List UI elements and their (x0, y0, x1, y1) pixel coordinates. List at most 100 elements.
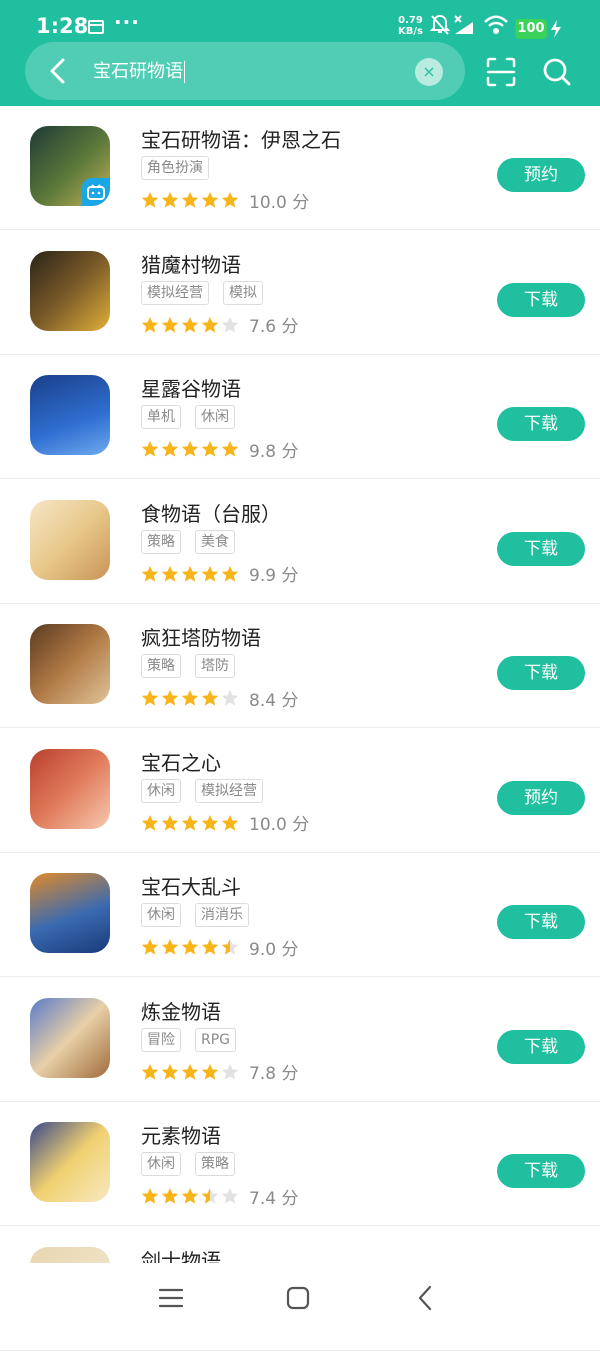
result-item[interactable]: 星露谷物语单机 休闲 9.8 分 下载 (0, 355, 600, 479)
network-speed-value: 0.79 (398, 15, 423, 26)
rating: 7.8 分 (141, 1062, 298, 1084)
star-full-icon (141, 192, 159, 208)
app-notification-icon (88, 20, 104, 34)
home-icon[interactable] (283, 1283, 313, 1313)
category-tag: 休闲 (141, 1152, 181, 1176)
result-item[interactable]: 疯狂塔防物语策略 塔防 8.4 分 下载 (0, 604, 600, 728)
star-full-icon (221, 814, 239, 831)
app-name[interactable]: 星露谷物语 (141, 373, 241, 402)
star-empty-icon (221, 690, 239, 706)
rating-score: 10.0 分 (249, 815, 310, 835)
result-item[interactable]: 元素物语休闲 策略 7.4 分 下载 (0, 1102, 600, 1226)
rating: 8.4 分 (141, 688, 298, 711)
rating: 10.0 分 (141, 190, 309, 213)
category-tag: 塔防 (195, 654, 235, 678)
star-full-icon (141, 814, 159, 831)
app-name[interactable]: 宝石之心 (141, 747, 221, 776)
download-button[interactable]: 下载 (497, 656, 585, 690)
category-tag: 美食 (195, 529, 235, 554)
result-item[interactable]: 炼金物语 冒险 RPG 7.8 分 下载 (0, 978, 600, 1102)
network-speed: 0.79 KB/s (398, 15, 423, 37)
tag-list: 单机 休闲 (141, 405, 249, 429)
rating: 9.8 分 (141, 439, 298, 462)
download-button[interactable]: 下载 (497, 531, 585, 566)
search-icon[interactable] (541, 56, 573, 88)
category-tag: 模拟 (223, 280, 263, 305)
app-name[interactable]: 宝石大乱斗 (141, 871, 241, 900)
app-name[interactable]: 炼金物语 (141, 996, 221, 1025)
download-button[interactable]: 下载 (497, 1029, 585, 1064)
download-button[interactable]: 下载 (497, 282, 585, 317)
star-full-icon (141, 690, 159, 706)
download-button[interactable]: 下载 (497, 407, 585, 441)
app-name[interactable]: 宝石研物语：伊恩之石 (141, 124, 341, 153)
result-item[interactable]: 宝石研物语：伊恩之石角色扮演 10.0 分 预约 (0, 106, 600, 230)
more-notifications-icon: ··· (114, 10, 140, 34)
reserve-button[interactable]: 预约 (497, 780, 585, 815)
app-icon[interactable] (30, 1122, 110, 1202)
star-empty-icon (221, 316, 239, 333)
back-icon (50, 58, 65, 84)
star-full-icon (201, 690, 219, 706)
app-icon[interactable] (30, 499, 110, 580)
nav-back-icon[interactable] (411, 1283, 441, 1313)
star-full-icon (141, 1063, 159, 1080)
star-full-icon (201, 1063, 219, 1080)
app-icon[interactable] (30, 624, 110, 704)
star-full-icon (181, 814, 199, 831)
result-item[interactable]: 宝石大乱斗 休闲 消消乐 9.0 分下载 (0, 853, 600, 977)
star-full-icon (161, 441, 179, 457)
reserve-button[interactable]: 预约 (497, 158, 585, 192)
star-full-icon (181, 1188, 199, 1204)
tag-list: 策略 美食 (141, 529, 249, 554)
download-button[interactable]: 下载 (497, 905, 585, 939)
app-name[interactable]: 食物语（台服） (141, 498, 281, 527)
app-icon[interactable] (30, 748, 110, 829)
clear-search-button[interactable]: × (415, 58, 443, 86)
star-full-icon (141, 316, 159, 333)
star-full-icon (201, 939, 219, 955)
category-tag: 冒险 (141, 1027, 181, 1052)
app-name[interactable]: 疯狂塔防物语 (141, 622, 261, 651)
star-full-icon (201, 565, 219, 582)
download-button[interactable]: 下载 (497, 1154, 585, 1188)
category-tag: 策略 (195, 1152, 235, 1176)
back-button[interactable] (39, 52, 77, 90)
status-time: 1:28 (36, 14, 89, 38)
menu-icon[interactable] (156, 1283, 186, 1313)
rating: 10.0 分 (141, 813, 310, 835)
app-icon[interactable] (30, 250, 110, 331)
search-input[interactable]: 宝石研物语 (93, 57, 185, 83)
result-item[interactable]: 猎魔村物语 模拟经营 模拟 7.6 分 下载 (0, 231, 600, 355)
app-name[interactable]: 猎魔村物语 (141, 249, 241, 278)
star-full-icon (221, 192, 239, 208)
tag-list: 模拟经营 模拟 (141, 280, 277, 305)
rating: 7.4 分 (141, 1186, 298, 1209)
search-bar[interactable]: 宝石研物语 × (25, 42, 465, 100)
star-full-icon (201, 192, 219, 208)
search-query: 宝石研物语 (93, 61, 183, 82)
rating-score: 9.9 分 (249, 566, 299, 586)
star-full-icon (161, 1063, 179, 1080)
star-full-icon (201, 814, 219, 831)
category-tag: 单机 (141, 405, 181, 429)
scan-icon[interactable] (485, 56, 517, 88)
category-tag: 策略 (141, 654, 181, 678)
category-tag: 模拟经营 (195, 778, 263, 803)
app-icon[interactable] (30, 126, 110, 206)
rating-score: 7.6 分 (249, 317, 299, 337)
category-tag: 消消乐 (195, 903, 249, 927)
star-full-icon (141, 565, 159, 582)
app-icon[interactable] (30, 873, 110, 953)
app-icon[interactable] (30, 375, 110, 455)
result-item[interactable]: 宝石之心 休闲 模拟经营 10.0 分 预约 (0, 729, 600, 853)
result-item[interactable]: 食物语（台服） 策略 美食 9.9 分 下载 (0, 480, 600, 604)
star-full-icon (181, 441, 199, 457)
category-tag: 模拟经营 (141, 280, 209, 305)
category-tag: RPG (195, 1027, 237, 1052)
app-icon[interactable] (30, 997, 110, 1078)
tag-list: 角色扮演 (141, 156, 223, 180)
rating: 9.0 分 (141, 937, 298, 960)
star-empty-icon (221, 1188, 239, 1204)
app-name[interactable]: 元素物语 (141, 1120, 221, 1149)
